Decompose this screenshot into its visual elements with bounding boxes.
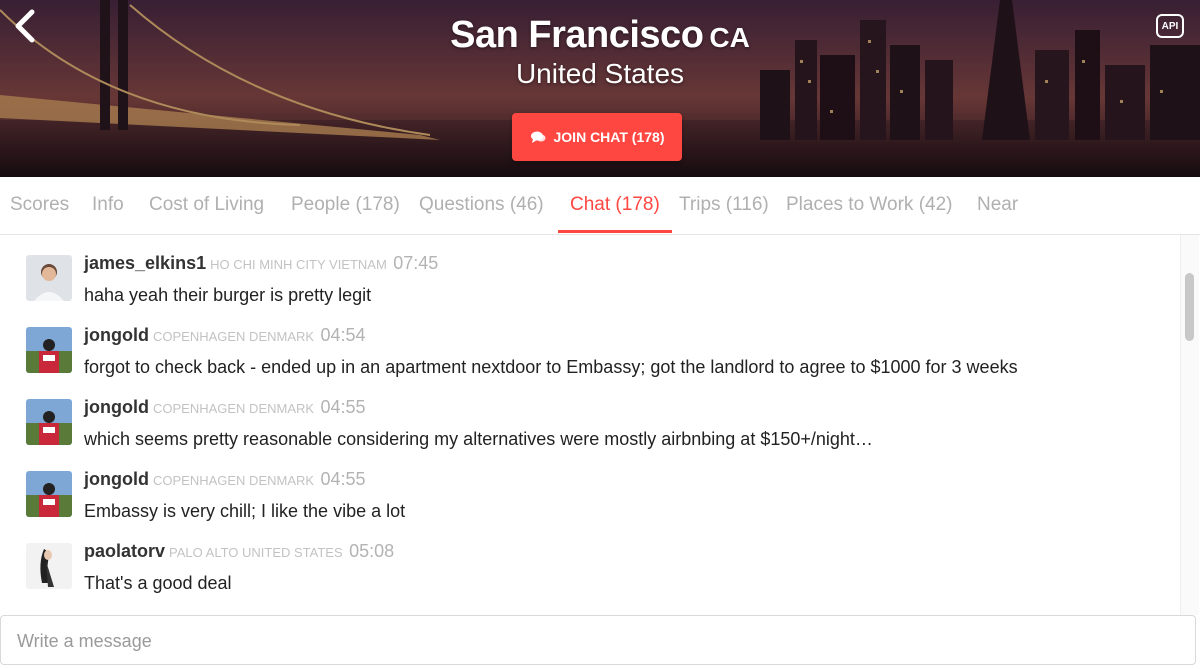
chat-message: paolatorv PALO ALTO UNITED STATES 05:08 T… [26,523,1166,593]
chat-message: jongold COPENHAGEN DENMARK 04:54 forgot t… [26,307,1166,377]
user-location: HO CHI MINH CITY VIETNAM [210,257,387,272]
tab-near[interactable]: Near [977,177,1018,233]
username[interactable]: jongold [84,325,149,345]
tab-info[interactable]: Info [92,177,124,233]
message-time: 05:08 [349,541,395,561]
tab-questions[interactable]: Questions (46) [419,177,544,233]
message-time: 07:45 [393,253,439,273]
tab-cost-of-living[interactable]: Cost of Living [149,177,264,233]
user-location: PALO ALTO UNITED STATES [169,545,343,560]
country-name: United States [515,58,685,89]
message-text: Embassy is very chill; I like the vibe a… [84,501,406,521]
user-location: COPENHAGEN DENMARK [152,329,315,344]
message-time: 04:55 [320,397,366,417]
username[interactable]: paolatorv [84,541,165,561]
tab-scores[interactable]: Scores [10,177,69,233]
tab-bar: Scores Info Cost of Living People (178) … [0,177,1200,235]
message-meta: james_elkins1 HO CHI MINH CITY VIETNAM 07… [84,253,438,274]
chat-message: jongold COPENHAGEN DENMARK 04:55 Embassy … [26,451,1166,521]
message-meta: jongold COPENHAGEN DENMARK 04:54 [84,325,366,346]
join-chat-button[interactable]: JOIN CHAT (178) [512,113,682,161]
chat-message: james_elkins1 HO CHI MINH CITY VIETNAM 07… [26,235,1166,305]
tab-trips[interactable]: Trips (116) [679,177,769,233]
message-time: 04:55 [320,469,366,489]
page-title: San Francisco CA [0,14,1200,57]
chat-messages: james_elkins1 HO CHI MINH CITY VIETNAM 07… [0,235,1200,615]
message-meta: jongold COPENHAGEN DENMARK 04:55 [84,397,366,418]
avatar[interactable] [26,471,72,517]
username[interactable]: jongold [84,469,149,489]
message-meta: jongold COPENHAGEN DENMARK 04:55 [84,469,366,490]
message-text: forgot to check back - ended up in an ap… [84,357,1018,377]
message-text: That's a good deal [84,573,232,593]
city-header: API San Francisco CA United States JOIN C… [0,0,1200,177]
join-chat-label: JOIN CHAT (178) [553,129,665,145]
tab-people[interactable]: People (178) [291,177,400,233]
city-name: San Francisco [450,14,704,56]
message-text: haha yeah their burger is pretty legit [84,285,372,305]
avatar[interactable] [26,327,72,373]
avatar[interactable] [26,399,72,445]
scrollbar-thumb[interactable] [1185,273,1194,341]
message-meta: paolatorv PALO ALTO UNITED STATES 05:08 [84,541,394,562]
user-location: COPENHAGEN DENMARK [152,473,315,488]
message-input[interactable] [15,616,1179,666]
chat-bubbles-icon [530,131,545,143]
message-text: which seems pretty reasonable considerin… [84,429,873,449]
tab-chat[interactable]: Chat (178) [558,177,672,233]
username[interactable]: james_elkins1 [84,253,206,273]
user-location: COPENHAGEN DENMARK [152,401,315,416]
username[interactable]: jongold [84,397,149,417]
chat-message: jongold COPENHAGEN DENMARK 04:55 which se… [26,379,1166,449]
avatar[interactable] [26,543,72,589]
avatar[interactable] [26,255,72,301]
state-code: CA [709,22,750,53]
message-time: 04:54 [320,325,366,345]
chat-scrollbar[interactable] [1180,235,1199,615]
tab-places-to-work[interactable]: Places to Work (42) [786,177,952,233]
message-composer [0,615,1196,666]
